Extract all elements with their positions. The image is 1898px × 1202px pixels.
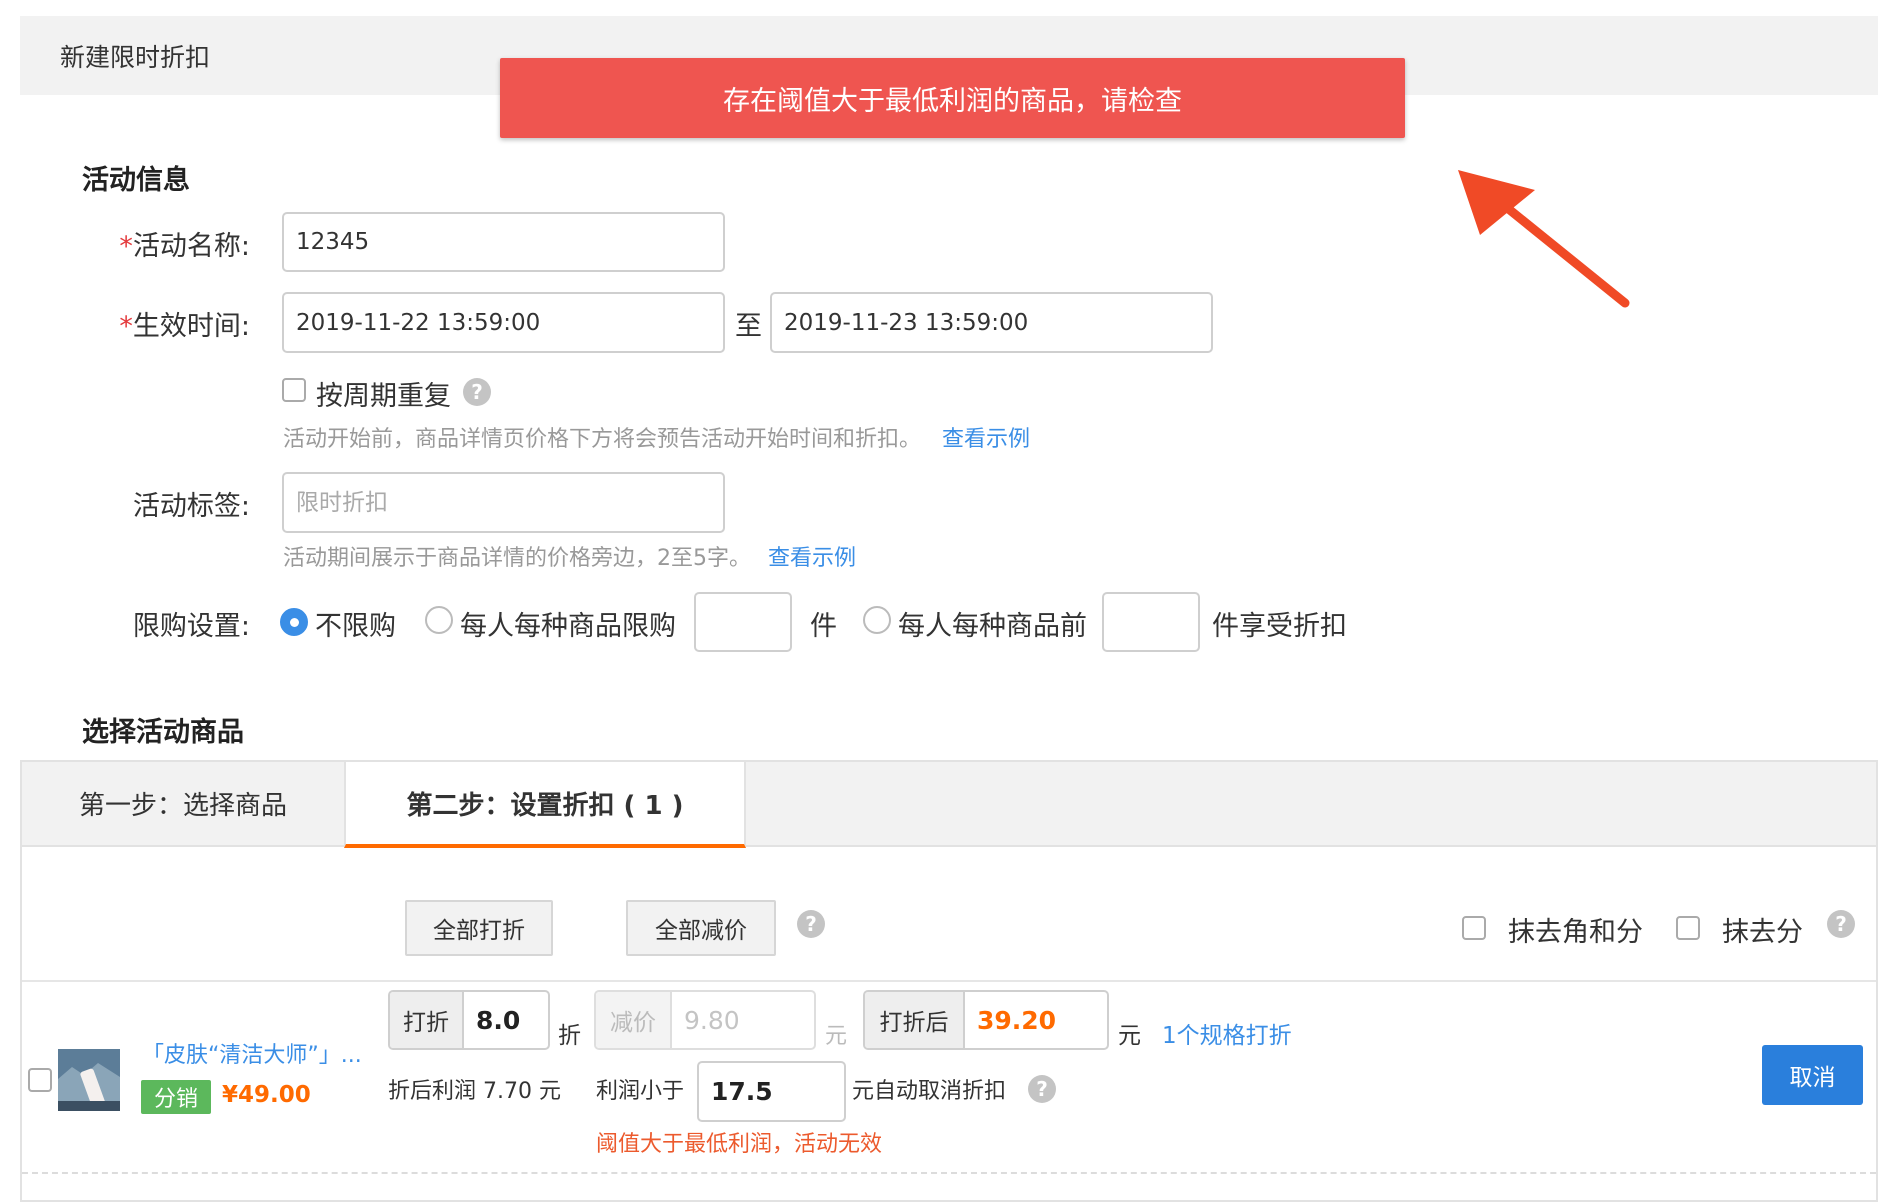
radio-unlimited-label: 不限购 (315, 611, 396, 642)
discount-prefix: 打折 (390, 992, 464, 1048)
after-discount-value[interactable]: 39.20 (965, 992, 1056, 1048)
tab-set-discount[interactable]: 第二步：设置折扣 ( 1 ) (344, 762, 746, 848)
view-example-link[interactable]: 查看示例 (768, 546, 856, 571)
activity-name-label: *活动名称: (40, 224, 250, 263)
time-separator: 至 (735, 311, 762, 342)
threshold-value[interactable]: 17.5 (699, 1063, 773, 1120)
round-fen-checkbox[interactable] (1676, 916, 1700, 940)
reduce-input: 减价 9.80 (594, 990, 816, 1050)
activity-tag-label: 活动标签: (132, 491, 250, 522)
radio-first-n-label: 每人每种商品前 (898, 611, 1087, 642)
tab-select-goods[interactable]: 第一步：选择商品 (22, 762, 344, 845)
help-icon[interactable]: ? (1827, 910, 1855, 938)
section-title-select-goods: 选择活动商品 (82, 717, 244, 748)
toast-message: 存在阈值大于最低利润的商品，请检查 (723, 85, 1182, 117)
page-title: 新建限时折扣 (60, 43, 211, 72)
activity-tag-input[interactable] (282, 472, 725, 533)
required-mark: * (119, 311, 133, 342)
row-separator (22, 1172, 1876, 1174)
product-name-link[interactable]: 「皮肤“清洁大师”」... (142, 1037, 374, 1069)
first-n-unit-label: 件享受折扣 (1212, 611, 1347, 642)
threshold-label: 利润小于 (596, 1079, 685, 1104)
discount-input[interactable]: 打折 8.0 (388, 990, 550, 1050)
repeat-hint-text: 活动开始前，商品详情页价格下方将会预告活动开始时间和折扣。 (283, 427, 922, 452)
first-n-input[interactable] (1102, 592, 1200, 652)
radio-first-n[interactable] (863, 606, 891, 634)
after-discount-input[interactable]: 打折后 39.20 (863, 990, 1109, 1050)
tag-hint-text: 活动期间展示于商品详情的价格旁边，2至5字。 (283, 546, 751, 571)
activity-name-label-text: 活动名称: (132, 231, 250, 262)
cancel-button[interactable]: 取消 (1762, 1045, 1863, 1105)
section-title-activity-info: 活动信息 (82, 165, 190, 196)
effective-time-label-text: 生效时间: (132, 311, 250, 342)
annotation-arrow-icon (1458, 170, 1630, 308)
product-thumbnail[interactable] (58, 1049, 120, 1111)
repeat-label: 按周期重复 (316, 381, 451, 412)
round-jiao-fen-label: 抹去角和分 (1508, 917, 1643, 948)
round-fen-label: 抹去分 (1722, 917, 1803, 948)
repeat-checkbox[interactable] (282, 378, 306, 402)
after-discount-prefix: 打折后 (865, 992, 965, 1048)
all-discount-button[interactable]: 全部打折 (405, 900, 553, 956)
product-price: ¥49.00 (222, 1082, 311, 1108)
reduce-prefix: 减价 (596, 992, 672, 1048)
per-item-limit-input[interactable] (694, 592, 792, 652)
radio-unlimited[interactable] (280, 608, 308, 636)
unit-label: 件 (810, 611, 837, 642)
distribution-badge: 分销 (141, 1080, 211, 1114)
required-mark: * (119, 231, 133, 262)
row-divider (22, 980, 1876, 982)
item-checkbox[interactable] (28, 1068, 52, 1092)
start-time-input[interactable] (282, 292, 725, 353)
help-icon[interactable]: ? (1028, 1075, 1056, 1103)
threshold-input[interactable]: 17.5 (697, 1061, 846, 1122)
radio-per-item-limit[interactable] (425, 606, 453, 634)
effective-time-label: *生效时间: (40, 304, 250, 343)
help-icon[interactable]: ? (797, 910, 825, 938)
all-reduce-button[interactable]: 全部减价 (626, 900, 776, 956)
spec-discount-link[interactable]: 1个规格打折 (1162, 1016, 1292, 1050)
tag-hint: 活动期间展示于商品详情的价格旁边，2至5字。 查看示例 (283, 540, 856, 572)
help-icon[interactable]: ? (463, 378, 491, 406)
discount-unit: 折 (558, 1023, 581, 1049)
profit-text: 折后利润 7.70 元 (388, 1079, 561, 1104)
end-time-input[interactable] (770, 292, 1213, 353)
activity-name-input[interactable] (282, 212, 725, 272)
reduce-value: 9.80 (684, 1005, 740, 1035)
threshold-error-text: 阈值大于最低利润，活动无效 (596, 1132, 883, 1157)
repeat-hint: 活动开始前，商品详情页价格下方将会预告活动开始时间和折扣。 查看示例 (283, 421, 1030, 453)
discount-value[interactable]: 8.0 (464, 992, 520, 1048)
threshold-suffix: 元自动取消折扣 (852, 1079, 1007, 1104)
view-example-link[interactable]: 查看示例 (942, 427, 1030, 452)
error-toast: 存在阈值大于最低利润的商品，请检查 (500, 58, 1405, 138)
after-discount-unit: 元 (1118, 1023, 1141, 1049)
radio-per-item-label: 每人每种商品限购 (460, 611, 676, 642)
round-jiao-fen-checkbox[interactable] (1462, 916, 1486, 940)
purchase-limit-label: 限购设置: (132, 611, 250, 642)
reduce-unit: 元 (825, 1024, 848, 1049)
